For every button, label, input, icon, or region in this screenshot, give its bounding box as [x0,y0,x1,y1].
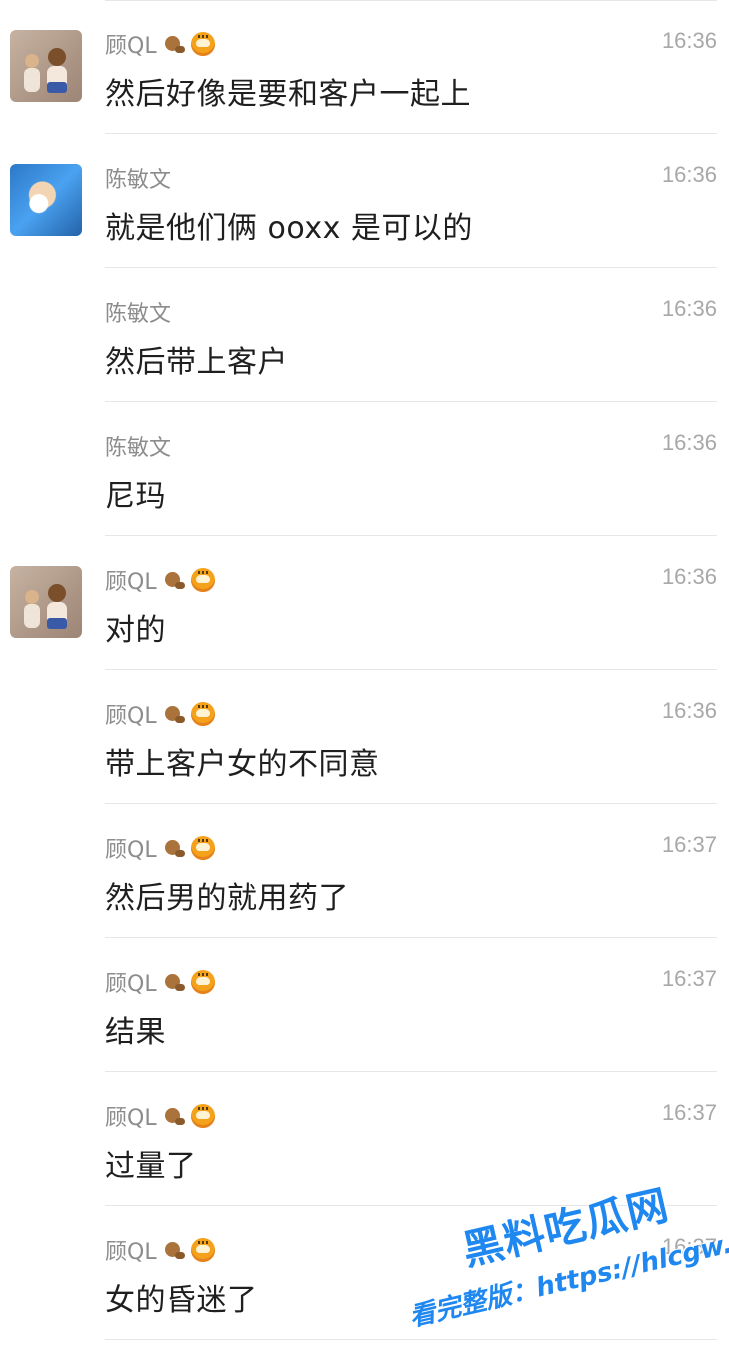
child-head-icon [48,48,66,66]
message-text[interactable]: 对的 [105,605,166,649]
message-time: 16:36 [661,430,717,455]
message-time: 16:36 [661,698,717,723]
sender-line: 顾QL [105,1100,215,1132]
child-body-icon [24,68,40,92]
tiger-icon [190,702,215,726]
sender-line: 顾QL [105,832,215,864]
chat-history: 顾QL 16:36 然后好像是要和客户一起上 陈敏文 16:36 就是他们俩 o… [0,0,729,1365]
message-item[interactable]: 顾QL 16:37 然后男的就用药了 [105,804,717,938]
message-item[interactable]: 顾QL 16:37 女的昏迷了 [105,1206,717,1340]
sender-name: 顾QL [105,1240,157,1265]
message-time: 16:36 [661,564,717,589]
monkey-icon [162,702,186,726]
sender-name: 陈敏文 [105,302,172,327]
sender-line: 顾QL [105,698,215,730]
shorts-icon [47,82,67,93]
child-head-icon [25,590,39,604]
sender-name: 顾QL [105,972,157,997]
monkey-icon [162,970,186,994]
sender-name: 顾QL [105,838,157,863]
monkey-icon [162,1104,186,1128]
message-text[interactable]: 然后好像是要和客户一起上 [105,69,471,113]
child-head-icon [48,584,66,602]
sender-line: 陈敏文 [105,296,171,328]
sender-name: 顾QL [105,704,157,729]
kids-photo-avatar[interactable] [10,566,82,638]
message-text[interactable]: 过量了 [105,1141,197,1185]
tiger-icon [190,568,215,592]
tiger-icon [190,32,215,56]
message-time: 16:37 [661,832,717,857]
message-item[interactable]: 陈敏文 16:36 就是他们俩 ooxx 是可以的 [10,134,717,268]
monkey-icon [162,1238,186,1262]
sender-line: 顾QL [105,28,215,60]
message-item[interactable]: 顾QL 16:36 然后好像是要和客户一起上 [10,0,717,134]
message-item[interactable]: 顾QL 16:37 结果 [105,938,717,1072]
message-item[interactable]: 顾QL 16:37 过量了 [105,1072,717,1206]
sender-name: 顾QL [105,1106,157,1131]
sender-line: 顾QL [105,1234,215,1266]
message-item[interactable]: 陈敏文 16:36 尼玛 [105,402,717,536]
message-item[interactable]: 顾QL 16:36 带上客户女的不同意 [105,670,717,804]
child-head-icon [25,54,39,68]
sender-name: 顾QL [105,570,157,595]
sender-line: 顾QL [105,564,215,596]
shorts-icon [47,618,67,629]
message-item[interactable]: 顾QL 16:36 对的 [10,536,717,670]
child-body-icon [24,604,40,628]
cartoon-avatar[interactable] [10,164,82,236]
message-text[interactable]: 就是他们俩 ooxx 是可以的 [105,203,473,247]
message-text[interactable]: 结果 [105,1007,166,1051]
message-text[interactable]: 女的昏迷了 [105,1275,258,1319]
message-time: 16:37 [661,966,717,991]
message-text[interactable]: 然后带上客户 [105,337,288,381]
message-time: 16:36 [661,28,717,53]
tiger-icon [190,836,215,860]
message-text[interactable]: 带上客户女的不同意 [105,739,380,783]
message-time: 16:37 [661,1100,717,1125]
sender-name: 陈敏文 [105,436,172,461]
monkey-icon [162,568,186,592]
message-time: 16:36 [661,162,717,187]
sender-line: 陈敏文 [105,430,171,462]
sender-name: 顾QL [105,34,157,59]
monkey-icon [162,836,186,860]
sender-name: 陈敏文 [105,168,172,193]
tiger-icon [190,970,215,994]
kids-photo-avatar[interactable] [10,30,82,102]
sender-line: 陈敏文 [105,162,171,194]
tiger-icon [190,1104,215,1128]
message-text[interactable]: 然后男的就用药了 [105,873,349,917]
message-item[interactable]: 陈敏文 16:36 然后带上客户 [105,268,717,402]
monkey-icon [162,32,186,56]
message-text[interactable]: 尼玛 [105,471,166,515]
tiger-icon [190,1238,215,1262]
message-time: 16:36 [661,296,717,321]
message-time: 16:37 [661,1234,717,1259]
sender-line: 顾QL [105,966,215,998]
